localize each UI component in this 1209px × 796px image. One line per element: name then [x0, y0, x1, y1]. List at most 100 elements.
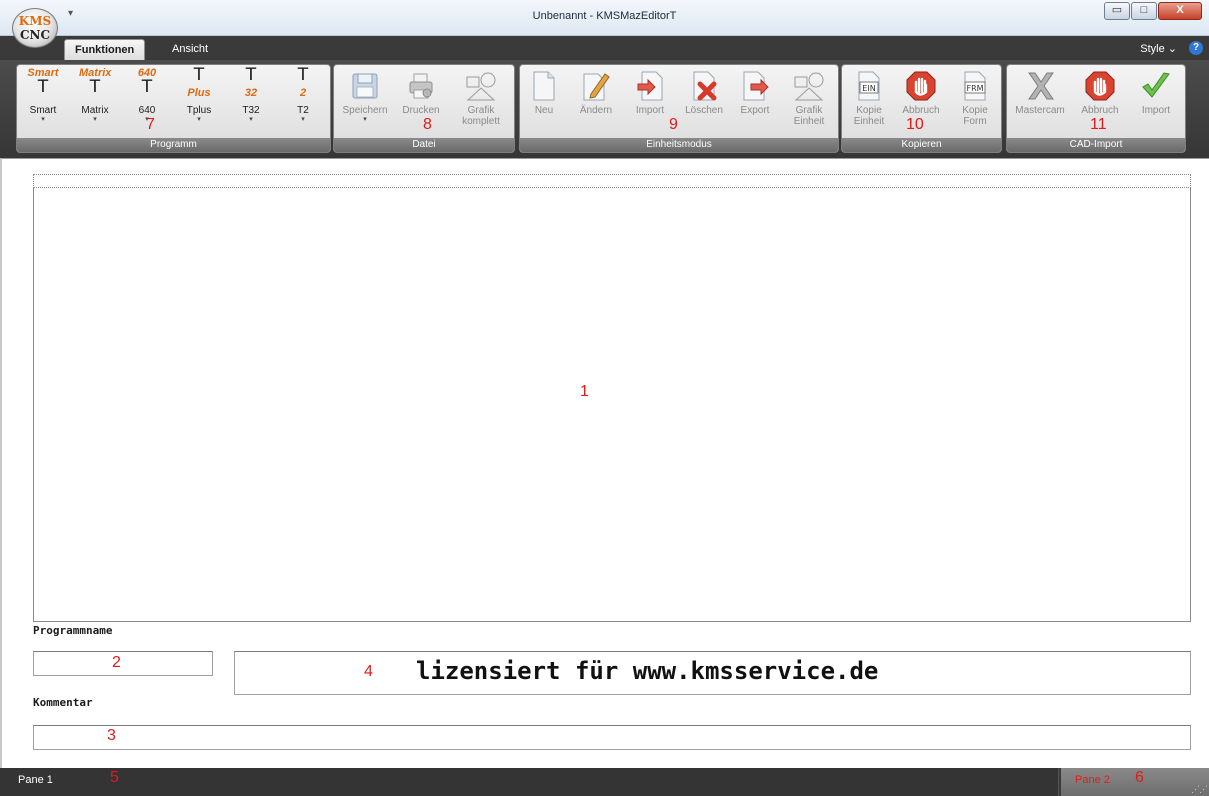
programmname-input[interactable]	[33, 651, 213, 676]
mastercam-label: Mastercam	[1015, 105, 1065, 116]
annotation-6: 6	[1135, 769, 1144, 786]
group-cad-import: Mastercam Abbruch Import CAD-Import	[1006, 64, 1186, 153]
unit-graphic-icon	[794, 72, 824, 101]
group-einheitsmodus: Neu Ändern Import Löschen Export Grafik …	[519, 64, 839, 153]
programm-matrix-button[interactable]: Matrix T Matrix ▾	[73, 67, 117, 137]
group-kopieren: EIN Kopie Einheit Abbruch FRM Kopie Form…	[841, 64, 1002, 153]
kommentar-label: Kommentar	[33, 696, 93, 709]
annotation-1: 1	[580, 383, 589, 400]
group-label-programm: Programm	[17, 138, 330, 152]
mastercam-x-icon	[1028, 72, 1054, 100]
edit-pencil-icon	[583, 73, 610, 101]
drucken-label: Drucken	[402, 105, 440, 116]
help-icon[interactable]: ?	[1189, 41, 1203, 55]
annotation-11: 11	[1090, 116, 1107, 133]
new-document-icon	[533, 71, 555, 101]
import-label: Import	[635, 105, 665, 116]
programm-t2-button[interactable]: T2 T2 ▾	[281, 65, 325, 137]
close-button[interactable]: X	[1158, 2, 1202, 20]
group-programm: Smart T Smart ▾ Matrix T Matrix ▾ 640 T 640…	[16, 64, 331, 153]
export-arrow-icon	[743, 71, 769, 101]
shapes-graphic-icon	[466, 72, 496, 101]
t2-top-label: 2	[299, 87, 307, 99]
t640-label: 640	[138, 105, 156, 116]
cad-stop-hand-icon	[1085, 71, 1115, 101]
speichern-label: Speichern	[342, 105, 388, 116]
save-disk-icon	[352, 73, 378, 99]
import-button[interactable]: Import	[628, 67, 672, 137]
neu-button[interactable]: Neu	[524, 67, 564, 137]
tab-ansicht[interactable]: Ansicht	[162, 39, 218, 60]
frm-icon-text: FRM	[966, 84, 983, 93]
grafik-einheit-button[interactable]: Grafik Einheit	[784, 67, 834, 137]
annotation-4: 4	[364, 663, 373, 680]
t32-t-icon: T 32	[235, 65, 267, 105]
annotation-5: 5	[110, 769, 119, 786]
grafik-einheit-label-1: Grafik	[795, 105, 823, 116]
t640-t-icon: 640 T	[131, 67, 163, 105]
smart-label: Smart	[29, 105, 57, 116]
cad-abbruch-label: Abbruch	[1081, 105, 1119, 116]
loeschen-button[interactable]: Löschen	[680, 67, 728, 137]
kopie-form-button[interactable]: FRM Kopie Form	[952, 67, 998, 137]
speichern-button[interactable]: Speichern ▾	[338, 67, 392, 137]
kopieren-abbruch-label: Abbruch	[902, 105, 940, 116]
grafik-komplett-label-2: komplett	[462, 116, 500, 127]
loeschen-label: Löschen	[685, 105, 723, 116]
kommentar-input[interactable]	[33, 725, 1191, 750]
programmname-label: Programmname	[33, 624, 113, 637]
copy-form-icon: FRM	[964, 71, 986, 101]
annotation-7: 7	[146, 116, 155, 133]
minimize-button[interactable]: ▭	[1104, 2, 1130, 20]
maximize-button[interactable]: □	[1131, 2, 1157, 20]
delete-x-icon	[693, 71, 717, 101]
t2-label: T2	[297, 105, 309, 116]
kopie-form-label-1: Kopie	[962, 105, 988, 116]
tplus-label: Tplus	[186, 105, 212, 116]
matrix-label: Matrix	[81, 105, 109, 116]
programm-t32-button[interactable]: T 32 T32 ▾	[229, 65, 273, 137]
export-button[interactable]: Export	[734, 67, 776, 137]
t2-t-icon: T2	[287, 65, 319, 105]
grafik-komplett-button[interactable]: Grafik komplett	[454, 67, 508, 137]
tab-funktionen[interactable]: Funktionen	[64, 39, 146, 60]
license-text: lizensiert für www.kmsservice.de	[416, 657, 879, 685]
annotation-8: 8	[423, 116, 432, 133]
matrix-t-icon: Matrix T	[79, 67, 112, 97]
programm-tplus-button[interactable]: T Plus Tplus ▾	[177, 65, 221, 137]
window-title: Unbenannt - KMSMazEditorT	[532, 10, 677, 22]
stop-hand-icon	[906, 71, 936, 101]
import-arrow-icon	[637, 71, 663, 101]
neu-label: Neu	[534, 105, 554, 116]
checkmark-icon	[1142, 72, 1170, 98]
program-header-strip[interactable]	[33, 174, 1191, 188]
copy-unit-icon: EIN	[858, 71, 880, 101]
programm-smart-button[interactable]: Smart T Smart ▾	[21, 67, 65, 137]
style-menu[interactable]: Style ⌄	[1140, 42, 1177, 55]
program-drawing-area[interactable]	[33, 188, 1191, 622]
t32-top-label: 32	[244, 87, 258, 99]
t32-label: T32	[242, 105, 260, 116]
annotation-3: 3	[107, 727, 116, 744]
grafik-komplett-label-1: Grafik	[467, 105, 495, 116]
tplus-top-label: Plus	[187, 87, 211, 99]
annotation-10: 10	[906, 116, 924, 133]
mastercam-button[interactable]: Mastercam	[1011, 67, 1069, 137]
status-pane-1-text: Pane 1	[18, 774, 53, 786]
cad-import-label: Import	[1141, 105, 1171, 116]
group-datei: Speichern ▾ Drucken Grafik komplett Date…	[333, 64, 515, 153]
cad-import-button[interactable]: Import	[1131, 67, 1181, 137]
grafik-einheit-label-2: Einheit	[793, 116, 825, 127]
group-label-kopieren: Kopieren	[842, 138, 1001, 152]
aendern-button[interactable]: Ändern	[574, 67, 618, 137]
printer-icon	[409, 73, 433, 99]
kopie-einheit-button[interactable]: EIN Kopie Einheit	[846, 67, 892, 137]
drucken-button[interactable]: Drucken	[396, 67, 446, 137]
resize-grip-icon[interactable]: ⋰⋰	[1191, 784, 1208, 795]
logo-cnc-text: CNC	[19, 28, 51, 42]
kopie-einheit-label-2: Einheit	[853, 116, 885, 127]
tplus-t-icon: T Plus	[183, 65, 215, 105]
kopie-form-label-2: Form	[963, 116, 987, 127]
ribbon-tab-row: Funktionen Ansicht Style ⌄ ?	[0, 36, 1209, 60]
app-menu-logo[interactable]: KMS CNC	[12, 8, 58, 48]
